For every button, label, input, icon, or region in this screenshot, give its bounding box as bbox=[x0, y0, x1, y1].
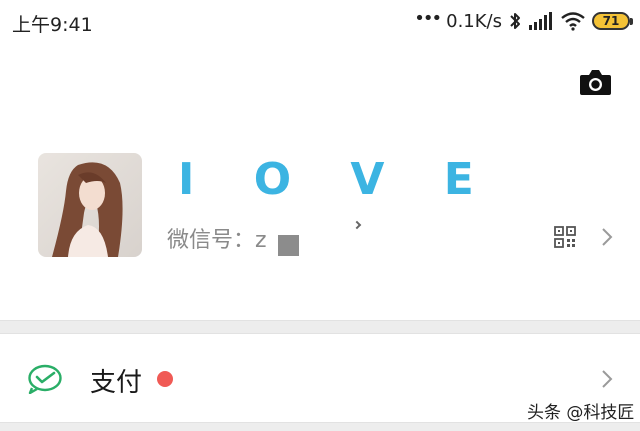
menu-item-pay-label: 支付 bbox=[90, 368, 143, 398]
camera-icon[interactable] bbox=[579, 68, 612, 96]
bluetooth-icon bbox=[510, 13, 520, 29]
status-bar: 上午9:41 ••• 0.1K/s 71 bbox=[0, 0, 640, 44]
notification-badge bbox=[157, 371, 173, 387]
network-speed: 0.1K/s bbox=[446, 10, 502, 32]
signal-icon bbox=[529, 12, 552, 30]
qr-code-icon[interactable] bbox=[554, 226, 576, 248]
status-indicators: ••• 0.1K/s 71 bbox=[414, 7, 633, 33]
wechat-id-label: 微信号：z bbox=[167, 228, 267, 253]
battery-indicator: 71 bbox=[592, 12, 633, 30]
battery-level: 71 bbox=[602, 14, 620, 28]
profile-nickname: I O V E bbox=[178, 154, 496, 205]
chevron-right-icon bbox=[602, 370, 613, 388]
wechat-pay-icon bbox=[28, 364, 62, 394]
redacted-id-mark bbox=[352, 220, 362, 230]
status-time: 上午9:41 bbox=[12, 14, 93, 36]
redacted-id-block bbox=[278, 235, 299, 256]
section-divider-bottom bbox=[0, 422, 640, 431]
profile-avatar[interactable] bbox=[38, 153, 142, 257]
notification-dots: ••• bbox=[414, 7, 442, 29]
wifi-icon bbox=[561, 12, 585, 31]
watermark-text: 头条 @科技匠 bbox=[527, 403, 635, 423]
section-divider bbox=[0, 320, 640, 334]
chevron-right-icon[interactable] bbox=[600, 226, 614, 248]
